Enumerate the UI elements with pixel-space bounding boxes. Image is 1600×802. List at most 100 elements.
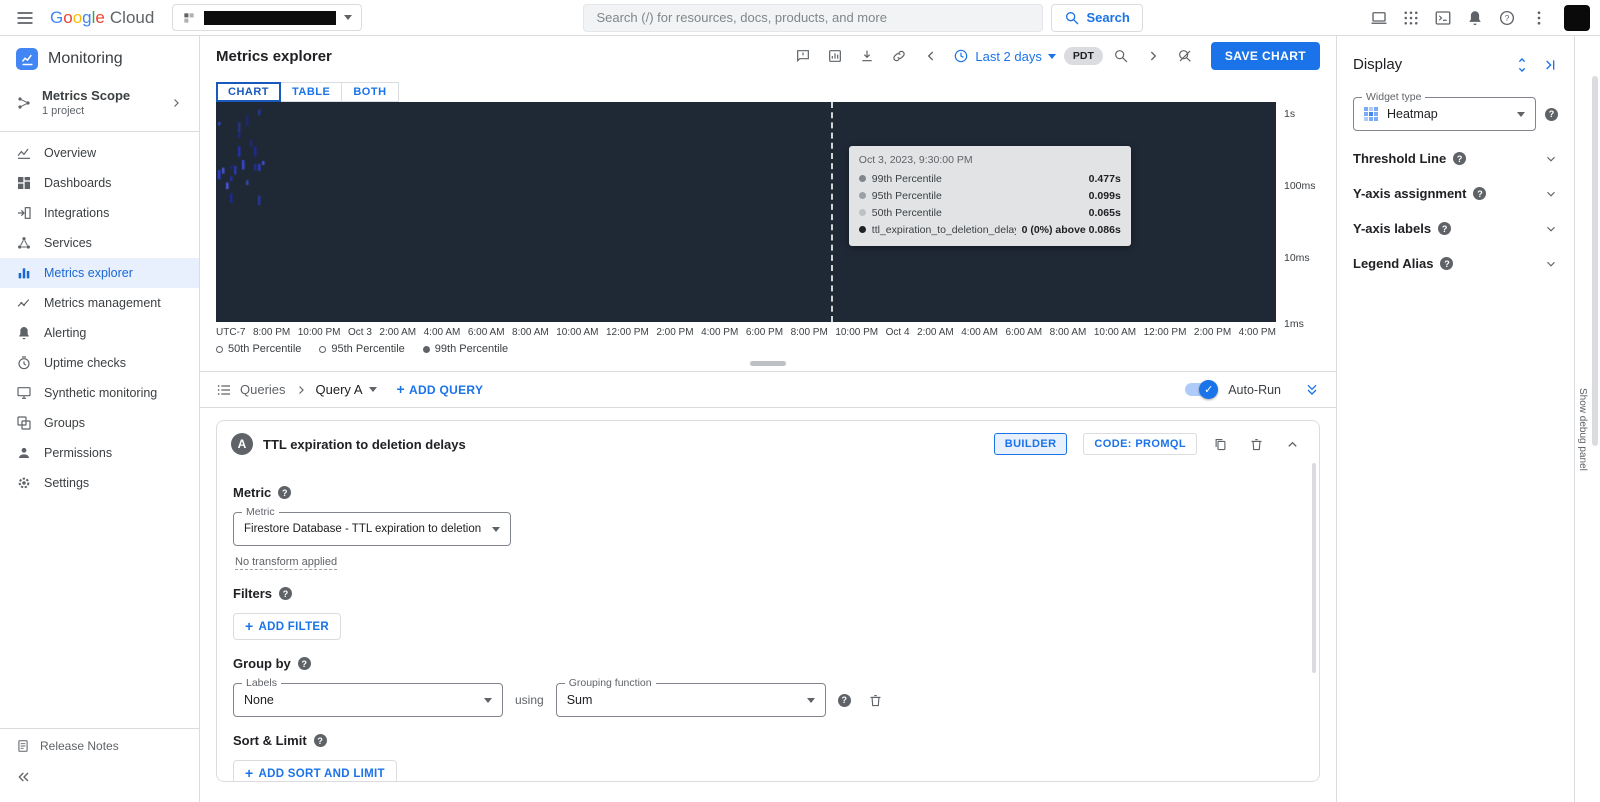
sidebar-item-metrics-management[interactable]: Metrics management bbox=[0, 288, 199, 318]
card-scrollbar[interactable] bbox=[1312, 463, 1316, 673]
queries-label[interactable]: Queries bbox=[240, 382, 286, 397]
sidebar-item-synthetic-monitoring[interactable]: Synthetic monitoring bbox=[0, 378, 199, 408]
query-name-selector[interactable]: Query A bbox=[316, 382, 377, 397]
sidebar-item-overview[interactable]: Overview bbox=[0, 138, 199, 168]
help-icon[interactable] bbox=[1438, 222, 1451, 235]
notifications-icon[interactable] bbox=[1460, 3, 1490, 33]
show-debug-panel-strip[interactable]: Show debug panel bbox=[1574, 36, 1590, 802]
link-icon[interactable] bbox=[885, 42, 913, 70]
sidebar-item-label: Integrations bbox=[44, 206, 109, 220]
help-icon[interactable] bbox=[838, 694, 851, 707]
display-section-y-axis-labels[interactable]: Y-axis labels bbox=[1353, 211, 1558, 246]
metrics-scope-selector[interactable]: Metrics Scope 1 project bbox=[0, 78, 199, 132]
collapse-sidebar-icon[interactable] bbox=[16, 769, 32, 785]
add-query-button[interactable]: ADD QUERY bbox=[397, 382, 484, 397]
help-icon[interactable] bbox=[278, 486, 291, 499]
search-button[interactable]: Search bbox=[1051, 4, 1142, 32]
laptop-console-icon[interactable] bbox=[1364, 3, 1394, 33]
sidebar-item-groups[interactable]: Groups bbox=[0, 408, 199, 438]
help-icon[interactable]: ? bbox=[1492, 3, 1522, 33]
avatar[interactable] bbox=[1564, 5, 1590, 31]
display-section-threshold-line[interactable]: Threshold Line bbox=[1353, 141, 1558, 176]
add-filter-button[interactable]: ADD FILTER bbox=[233, 613, 341, 640]
query-card: A TTL expiration to deletion delays BUIL… bbox=[216, 420, 1320, 782]
display-section-y-axis-assignment[interactable]: Y-axis assignment bbox=[1353, 176, 1558, 211]
sidebar-item-uptime-checks[interactable]: Uptime checks bbox=[0, 348, 199, 378]
topbar-actions: ? bbox=[1364, 3, 1590, 33]
sidebar-item-services[interactable]: Services bbox=[0, 228, 199, 258]
sidebar-item-label: Metrics explorer bbox=[44, 266, 133, 280]
help-icon[interactable] bbox=[298, 657, 311, 670]
timezone-badge[interactable]: PDT bbox=[1064, 47, 1103, 65]
collapse-card-icon[interactable] bbox=[1279, 431, 1305, 457]
help-icon[interactable] bbox=[1453, 152, 1466, 165]
time-range-label: Last 2 days bbox=[975, 49, 1042, 64]
download-icon[interactable] bbox=[853, 42, 881, 70]
tab-both[interactable]: BOTH bbox=[341, 82, 398, 102]
chart-widget-icon[interactable] bbox=[821, 42, 849, 70]
page-header: Metrics explorer Last 2 days PDT SAVE CH… bbox=[200, 36, 1336, 76]
time-forward-icon[interactable] bbox=[1139, 42, 1167, 70]
time-back-icon[interactable] bbox=[917, 42, 945, 70]
sidebar-item-label: Metrics management bbox=[44, 296, 161, 310]
search-zone: Search bbox=[372, 4, 1354, 32]
global-search[interactable] bbox=[583, 4, 1043, 32]
menu-icon[interactable] bbox=[10, 3, 40, 33]
auto-run-toggle[interactable] bbox=[1185, 383, 1215, 396]
tab-chart[interactable]: CHART bbox=[216, 82, 281, 102]
zoom-off-icon[interactable] bbox=[1171, 42, 1199, 70]
help-icon[interactable] bbox=[279, 587, 292, 600]
sidebar-item-permissions[interactable]: Permissions bbox=[0, 438, 199, 468]
synthetic-monitoring-icon bbox=[16, 385, 32, 401]
page-scrollbar-thumb[interactable] bbox=[1592, 76, 1598, 446]
legend-item[interactable]: 50th Percentile bbox=[216, 343, 301, 355]
more-vert-icon[interactable] bbox=[1524, 3, 1554, 33]
unfold-sections-icon[interactable] bbox=[1514, 57, 1530, 73]
x-axis-tick: 8:00 PM bbox=[253, 327, 290, 338]
group-by-labels-select[interactable]: Labels None bbox=[233, 683, 503, 717]
y-axis-tick: 10ms bbox=[1284, 252, 1310, 264]
display-section-legend-alias[interactable]: Legend Alias bbox=[1353, 246, 1558, 281]
search-input[interactable] bbox=[596, 10, 1030, 25]
zoom-icon[interactable] bbox=[1107, 42, 1135, 70]
builder-tab[interactable]: BUILDER bbox=[994, 433, 1068, 455]
tooltip-row: ttl_expiration_to_deletion_delays0 (0%) … bbox=[859, 221, 1121, 238]
chart-resize-handle[interactable] bbox=[750, 361, 786, 366]
add-sort-limit-button[interactable]: ADD SORT AND LIMIT bbox=[233, 760, 397, 781]
legend-item[interactable]: 95th Percentile bbox=[319, 343, 404, 355]
sidebar-item-dashboards[interactable]: Dashboards bbox=[0, 168, 199, 198]
help-icon[interactable] bbox=[314, 734, 327, 747]
legend-item[interactable]: 99th Percentile bbox=[423, 343, 508, 355]
metric-select[interactable]: Metric Firestore Database - TTL expirati… bbox=[233, 512, 511, 546]
sidebar-item-alerting[interactable]: Alerting bbox=[0, 318, 199, 348]
delete-query-icon[interactable] bbox=[1243, 431, 1269, 457]
duplicate-query-icon[interactable] bbox=[1207, 431, 1233, 457]
help-icon[interactable] bbox=[1545, 108, 1558, 121]
chevron-down-icon bbox=[492, 527, 500, 532]
collapse-panel-right-icon[interactable] bbox=[1542, 57, 1558, 73]
tooltip-row: 95th Percentile0.099s bbox=[859, 187, 1121, 204]
code-promql-tab[interactable]: CODE: PROMQL bbox=[1083, 433, 1197, 455]
google-cloud-logo: Google Cloud bbox=[50, 8, 154, 28]
grouping-function-select[interactable]: Grouping function Sum bbox=[556, 683, 826, 717]
collapse-queries-icon[interactable] bbox=[1304, 382, 1320, 398]
apps-grid-icon[interactable] bbox=[1396, 3, 1426, 33]
widget-type-select[interactable]: Widget type Heatmap bbox=[1353, 97, 1536, 131]
tab-table[interactable]: TABLE bbox=[280, 82, 342, 102]
sidebar-item-label: Groups bbox=[44, 416, 85, 430]
no-transform-note[interactable]: No transform applied bbox=[235, 556, 337, 570]
time-range-selector[interactable]: Last 2 days bbox=[949, 48, 1060, 64]
page-scrollbar[interactable] bbox=[1590, 36, 1600, 802]
save-chart-button[interactable]: SAVE CHART bbox=[1211, 42, 1320, 70]
project-selector[interactable] bbox=[172, 4, 362, 31]
remove-grouping-icon[interactable] bbox=[863, 687, 889, 713]
release-notes-link[interactable]: Release Notes bbox=[0, 728, 199, 763]
cloud-shell-icon[interactable] bbox=[1428, 3, 1458, 33]
heatmap-plot[interactable]: Oct 3, 2023, 9:30:00 PM 99th Percentile0… bbox=[216, 102, 1276, 322]
feedback-icon[interactable] bbox=[789, 42, 817, 70]
help-icon[interactable] bbox=[1440, 257, 1453, 270]
help-icon[interactable] bbox=[1473, 187, 1486, 200]
sidebar-item-integrations[interactable]: Integrations bbox=[0, 198, 199, 228]
sidebar-item-settings[interactable]: Settings bbox=[0, 468, 199, 498]
sidebar-item-metrics-explorer[interactable]: Metrics explorer bbox=[0, 258, 199, 288]
